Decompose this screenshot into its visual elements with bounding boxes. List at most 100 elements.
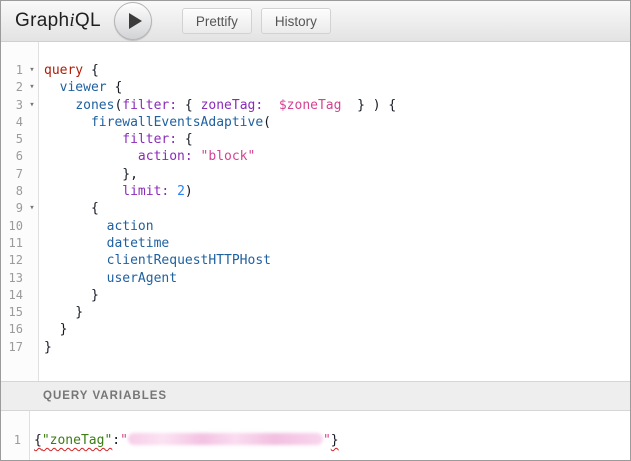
fold-spacer — [25, 339, 39, 356]
code-text: filter: { — [39, 131, 193, 148]
code-text: viewer { — [39, 79, 122, 96]
token — [44, 184, 122, 199]
token: { — [34, 433, 42, 448]
line-number: 8 — [1, 183, 25, 200]
code-line[interactable]: 4 firewallEventsAdaptive( — [1, 114, 630, 131]
token — [44, 132, 122, 147]
variables-editor-lines: 1{"zoneTag":""} — [1, 432, 630, 449]
graphiql-logo: GraphiQL — [15, 10, 101, 32]
code-text: firewallEventsAdaptive( — [39, 114, 271, 131]
line-number: 16 — [1, 321, 25, 338]
fold-spacer — [25, 270, 39, 287]
fold-spacer — [25, 131, 39, 148]
token: { — [177, 98, 200, 113]
gutter: 2▾ — [1, 79, 39, 96]
code-text: userAgent — [39, 270, 177, 287]
token: firewallEventsAdaptive — [91, 115, 263, 130]
code-line[interactable]: 9▾ { — [1, 200, 630, 217]
fold-spacer — [25, 235, 39, 252]
token — [44, 98, 75, 113]
code-text: datetime — [39, 235, 169, 252]
code-line[interactable]: 17} — [1, 339, 630, 356]
fold-spacer — [25, 252, 39, 269]
prettify-button[interactable]: Prettify — [182, 8, 252, 34]
code-text: } — [39, 287, 99, 304]
line-number: 4 — [1, 114, 25, 131]
code-text: action — [39, 218, 154, 235]
code-line[interactable]: 1▾query { — [1, 62, 630, 79]
query-variables-header[interactable]: Query Variables — [1, 381, 630, 411]
fold-arrow-icon[interactable]: ▾ — [25, 79, 39, 96]
code-text: }, — [39, 166, 138, 183]
token — [44, 271, 107, 286]
token: } — [44, 305, 83, 320]
token: limit: — [122, 184, 169, 199]
line-number: 1 — [1, 432, 29, 449]
gutter: 10 — [1, 218, 39, 235]
history-button[interactable]: History — [261, 8, 331, 34]
token — [44, 219, 107, 234]
code-line[interactable]: 16 } — [1, 321, 630, 338]
gutter: 12 — [1, 252, 39, 269]
line-number: 6 — [1, 148, 25, 165]
token: action — [107, 219, 154, 234]
line-number: 14 — [1, 287, 25, 304]
token: } — [44, 322, 67, 337]
line-number: 2 — [1, 79, 25, 96]
variables-editor[interactable]: 1{"zoneTag":""} — [1, 411, 630, 460]
code-line[interactable]: 7 }, — [1, 166, 630, 183]
token: { — [177, 132, 193, 147]
fold-spacer — [25, 218, 39, 235]
code-line[interactable]: 5 filter: { — [1, 131, 630, 148]
code-line[interactable]: 8 limit: 2) — [1, 183, 630, 200]
execute-button[interactable] — [114, 2, 152, 40]
code-line[interactable]: 13 userAgent — [1, 270, 630, 287]
token — [44, 149, 138, 164]
code-text: clientRequestHTTPHost — [39, 252, 271, 269]
token — [169, 184, 177, 199]
token: }, — [44, 167, 138, 182]
code-line[interactable]: 14 } — [1, 287, 630, 304]
token: "zoneTag" — [42, 433, 112, 448]
line-number: 12 — [1, 252, 25, 269]
token — [44, 80, 60, 95]
line-number: 13 — [1, 270, 25, 287]
code-line[interactable]: 3▾ zones(filter: { zoneTag: $zoneTag } )… — [1, 97, 630, 114]
code-line[interactable]: 10 action — [1, 218, 630, 235]
token: ) — [185, 184, 193, 199]
code-line[interactable]: 1{"zoneTag":""} — [1, 432, 630, 449]
line-number: 15 — [1, 304, 25, 321]
token: } — [44, 340, 52, 355]
fold-spacer — [25, 166, 39, 183]
token: filter: — [122, 132, 177, 147]
token: viewer — [60, 80, 107, 95]
code-text: { — [39, 200, 99, 217]
code-line[interactable]: 11 datetime — [1, 235, 630, 252]
code-text: limit: 2) — [39, 183, 193, 200]
line-number: 9 — [1, 200, 25, 217]
fold-arrow-icon[interactable]: ▾ — [25, 97, 39, 114]
line-number: 5 — [1, 131, 25, 148]
code-line[interactable]: 6 action: "block" — [1, 148, 630, 165]
query-variables-title: Query Variables — [43, 390, 167, 402]
query-editor[interactable]: 1▾query {2▾ viewer {3▾ zones(filter: { z… — [1, 42, 630, 381]
token: { — [83, 63, 99, 78]
play-icon — [129, 13, 142, 29]
gutter: 6 — [1, 148, 39, 165]
line-number: 10 — [1, 218, 25, 235]
token: } ) { — [341, 98, 396, 113]
token: query — [44, 63, 83, 78]
code-text: zones(filter: { zoneTag: $zoneTag } ) { — [39, 97, 396, 114]
fold-arrow-icon[interactable]: ▾ — [25, 62, 39, 79]
code-line[interactable]: 15 } — [1, 304, 630, 321]
token: clientRequestHTTPHost — [107, 253, 271, 268]
code-text: query { — [39, 62, 99, 79]
code-line[interactable]: 12 clientRequestHTTPHost — [1, 252, 630, 269]
code-line[interactable]: 2▾ viewer { — [1, 79, 630, 96]
gutter: 11 — [1, 235, 39, 252]
fold-spacer — [25, 287, 39, 304]
token: userAgent — [107, 271, 177, 286]
gutter: 15 — [1, 304, 39, 321]
fold-arrow-icon[interactable]: ▾ — [25, 200, 39, 217]
gutter: 3▾ — [1, 97, 39, 114]
